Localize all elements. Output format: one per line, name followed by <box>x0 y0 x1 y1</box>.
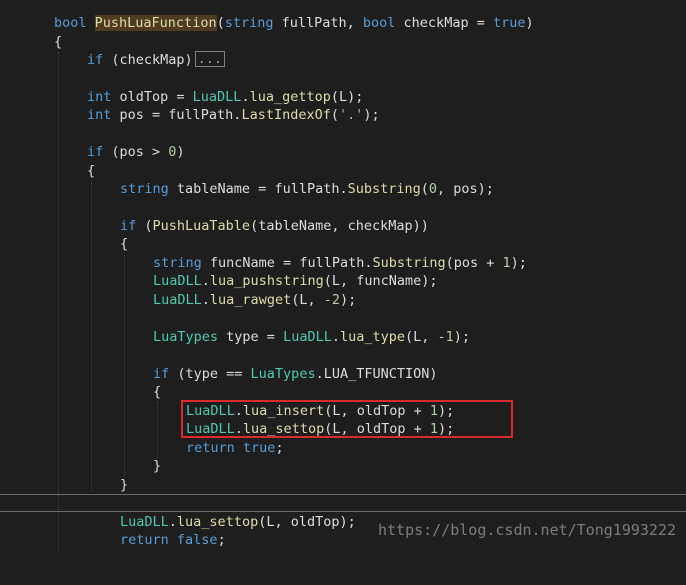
code-line-rawget[interactable]: LuaDLL.lua_rawget(L, -2); <box>0 291 686 309</box>
code-line-luatype[interactable]: LuaTypes type = LuaDLL.lua_type(L, -1); <box>0 328 686 346</box>
code-line-oldtop[interactable]: int oldTop = LuaDLL.lua_gettop(L); <box>0 88 686 106</box>
separator-line <box>0 511 686 512</box>
code-line-pos[interactable]: int pos = fullPath.LastIndexOf('.'); <box>0 106 686 124</box>
code-editor[interactable]: bool PushLuaFunction(string fullPath, bo… <box>0 0 686 552</box>
separator-line <box>0 494 686 495</box>
keyword: bool <box>54 15 87 31</box>
collapsed-region-button[interactable]: ... <box>194 51 226 67</box>
code-line-if-type[interactable]: if (type == LuaTypes.LUA_TFUNCTION) <box>0 365 686 383</box>
code-line-brace[interactable]: } <box>0 476 686 494</box>
code-line-funcname[interactable]: string funcName = fullPath.Substring(pos… <box>0 254 686 272</box>
watermark: https://blog.csdn.net/Tong1993222 <box>377 521 676 539</box>
code-line-if-pos[interactable]: if (pos > 0) <box>0 143 686 161</box>
code-line-brace[interactable]: } <box>0 457 686 475</box>
code-line-return-true[interactable]: return true; <box>0 439 686 457</box>
code-line-tablename[interactable]: string tableName = fullPath.Substring(0,… <box>0 180 686 198</box>
code-line-brace[interactable]: { <box>0 162 686 180</box>
code-line-if-checkmap[interactable]: if (checkMap)... <box>0 51 686 69</box>
code-line-if-pushluatable[interactable]: if (PushLuaTable(tableName, checkMap)) <box>0 217 686 235</box>
method-name-selected: PushLuaFunction <box>94 15 217 31</box>
red-highlight-box <box>181 400 513 438</box>
code-line-brace[interactable]: { <box>0 383 686 401</box>
code-line-signature[interactable]: bool PushLuaFunction(string fullPath, bo… <box>0 14 686 32</box>
code-line-pushstring[interactable]: LuaDLL.lua_pushstring(L, funcName); <box>0 272 686 290</box>
code-line-brace[interactable]: { <box>0 33 686 51</box>
code-line-brace[interactable]: { <box>0 235 686 253</box>
